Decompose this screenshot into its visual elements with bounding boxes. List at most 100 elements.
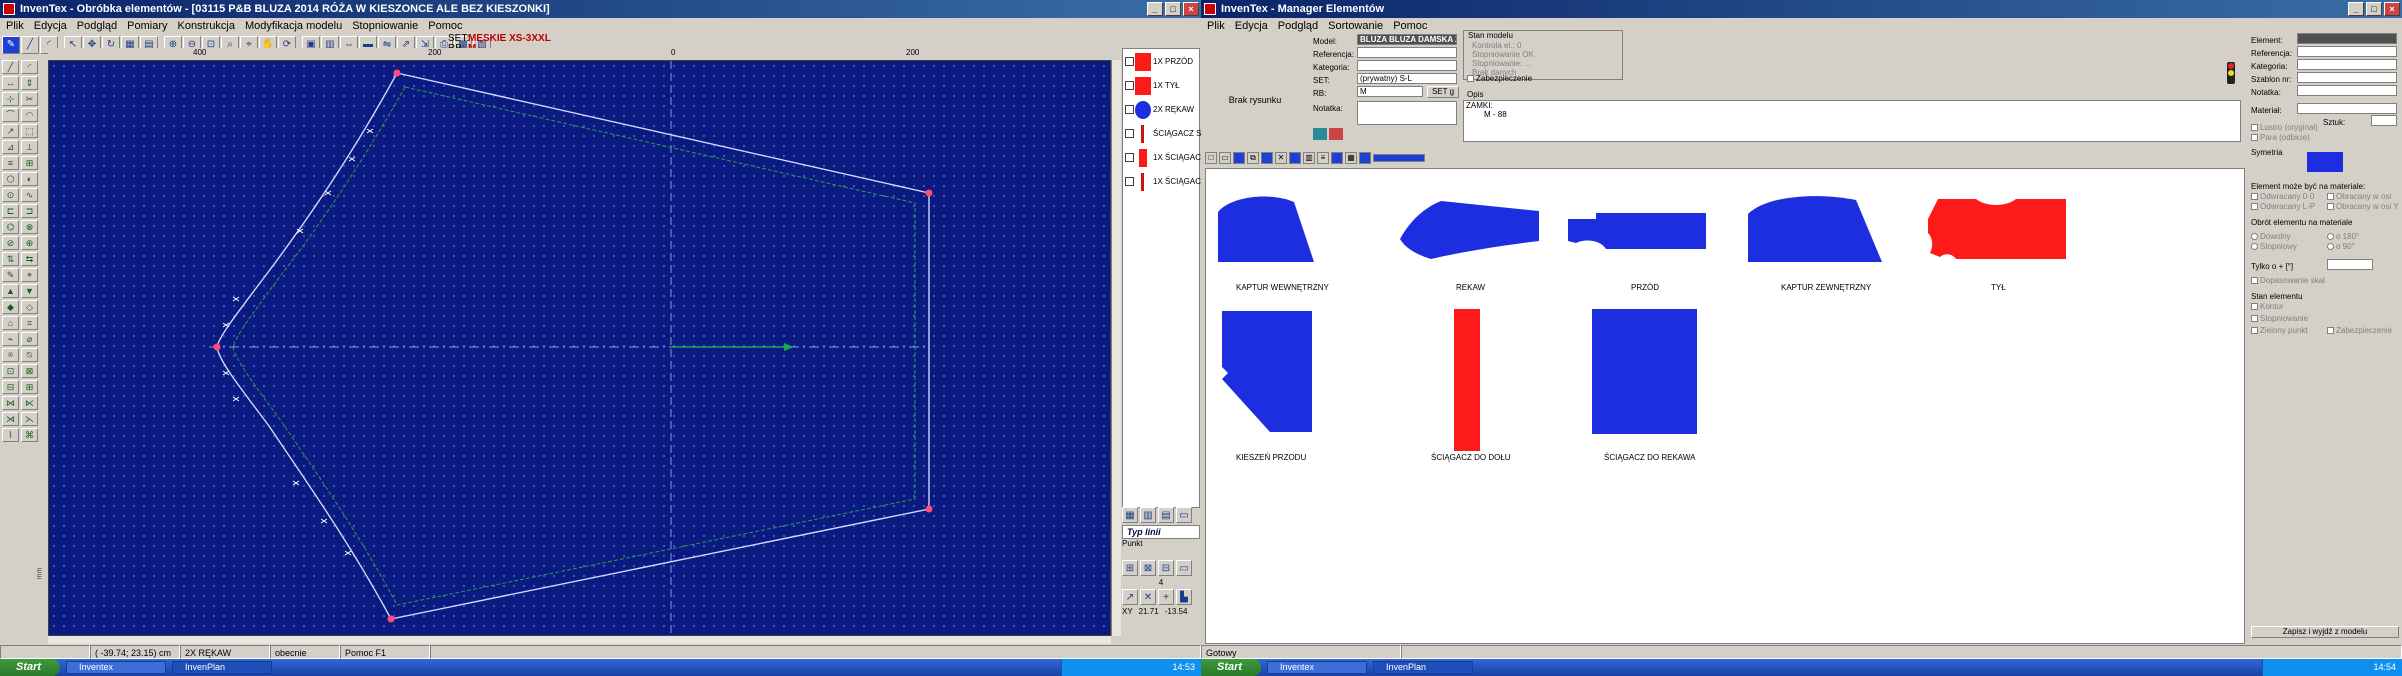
palette-tool-icon[interactable]: ⊐ xyxy=(21,204,38,218)
palette-tool-icon[interactable]: ↔ xyxy=(2,76,19,90)
palette-tool-icon[interactable]: ⋊ xyxy=(2,412,19,426)
piece-thumb[interactable] xyxy=(1566,211,1708,251)
tool2-icon[interactable] xyxy=(1331,152,1343,164)
palette-tool-icon[interactable]: ⌀ xyxy=(21,332,38,346)
element-row[interactable]: 1X PRZÓD xyxy=(1123,51,1199,73)
set-button[interactable]: SET g xyxy=(1427,86,1459,98)
palette-tool-icon[interactable]: ▲ xyxy=(2,284,19,298)
palette-tool-icon[interactable]: ≡ xyxy=(2,156,19,170)
tool4-icon[interactable] xyxy=(1359,152,1371,164)
palette-tool-icon[interactable]: ⊠ xyxy=(21,364,38,378)
element-checkbox[interactable] xyxy=(1125,105,1134,114)
scale-fit-checkbox[interactable]: Dopasowanie skal xyxy=(2251,276,2325,285)
view-icon[interactable] xyxy=(1233,152,1245,164)
menu-pomoc[interactable]: Pomoc xyxy=(428,18,462,34)
grid-icon[interactable]: ▥ xyxy=(1303,152,1315,164)
pieces-count-field[interactable] xyxy=(2371,115,2397,126)
state-contour-checkbox[interactable]: Kontur xyxy=(2251,302,2284,311)
piece-thumb[interactable] xyxy=(1220,309,1314,434)
model-field[interactable]: BLUZA BLUZA DAMSKA Z K xyxy=(1357,34,1457,45)
palette-tool-icon[interactable]: ⌇ xyxy=(2,428,19,442)
palette-tool-icon[interactable]: ⌂ xyxy=(2,316,19,330)
piece-thumb[interactable] xyxy=(1746,194,1884,264)
palette-tool-icon[interactable]: ⇅ xyxy=(2,252,19,266)
palette-tool-icon[interactable]: ◆ xyxy=(2,300,19,314)
menu-podglad[interactable]: Podgląd xyxy=(77,18,117,34)
line-style3-icon[interactable]: ▤ xyxy=(1158,507,1174,523)
element-checkbox[interactable] xyxy=(1125,81,1134,90)
maximize-button[interactable]: □ xyxy=(1165,2,1181,16)
palette-tool-icon[interactable]: ╱ xyxy=(2,60,19,74)
start-button[interactable]: Start xyxy=(0,659,60,676)
template-field[interactable] xyxy=(2297,72,2397,83)
menu-plik[interactable]: Plik xyxy=(6,18,24,34)
palette-tool-icon[interactable]: ∿ xyxy=(21,188,38,202)
start-button[interactable]: Start xyxy=(1201,659,1261,676)
element-row[interactable]: 1X TYŁ xyxy=(1123,75,1199,97)
palette-tool-icon[interactable]: ⊿ xyxy=(2,140,19,154)
element-checkbox[interactable] xyxy=(1125,129,1134,138)
horizontal-scrollbar[interactable] xyxy=(48,636,1111,644)
color-bar[interactable] xyxy=(1373,154,1425,162)
open-icon[interactable]: ▭ xyxy=(1219,152,1231,164)
palette-tool-icon[interactable]: ⊹ xyxy=(2,92,19,106)
reference-field[interactable] xyxy=(1357,47,1457,58)
palette-tool-icon[interactable]: ⌒ xyxy=(2,108,19,122)
point-tool4-icon[interactable]: ▭ xyxy=(1176,560,1192,576)
rotation-180-radio[interactable]: o 180° xyxy=(2327,232,2359,241)
save-exit-button[interactable]: Zapisz i wyjdź z modelu xyxy=(2251,626,2399,638)
palette-tool-icon[interactable]: ↗ xyxy=(2,124,19,138)
palette-tool-icon[interactable]: ✂ xyxy=(21,92,38,106)
palette-tool-icon[interactable]: ⊕ xyxy=(21,236,38,250)
list-icon[interactable]: ≡ xyxy=(1317,152,1329,164)
point-tool3-icon[interactable]: ⊟ xyxy=(1158,560,1174,576)
element-checkbox[interactable] xyxy=(1125,57,1134,66)
piece-thumb[interactable] xyxy=(1926,197,2068,263)
point-add-icon[interactable]: + xyxy=(1158,589,1174,605)
point-move-icon[interactable]: ↗ xyxy=(1122,589,1138,605)
piece-thumb[interactable] xyxy=(1454,309,1480,451)
note-field[interactable] xyxy=(1357,101,1457,125)
line-type-box[interactable]: Typ linii xyxy=(1122,525,1200,539)
menu-modyfikacja[interactable]: Modyfikacja modelu xyxy=(245,18,342,34)
element-category-select[interactable] xyxy=(2297,59,2397,70)
point-tool-icon[interactable]: ⊞ xyxy=(1122,560,1138,576)
palette-tool-icon[interactable]: ⌗ xyxy=(21,316,38,330)
palette-tool-icon[interactable]: ⍉ xyxy=(21,348,38,362)
palette-tool-icon[interactable]: ⋉ xyxy=(21,396,38,410)
palette-tool-icon[interactable]: ⌖ xyxy=(21,268,38,282)
palette-tool-icon[interactable]: ▼ xyxy=(21,284,38,298)
state-green-checkbox[interactable]: Zielony punkt xyxy=(2251,326,2308,335)
element-note-field[interactable] xyxy=(2297,85,2397,96)
palette-tool-icon[interactable]: ⋋ xyxy=(21,412,38,426)
piece-thumb[interactable] xyxy=(1592,309,1697,434)
tool3-icon[interactable]: ▦ xyxy=(1345,152,1357,164)
blue-tool-icon[interactable] xyxy=(1289,152,1301,164)
palette-tool-icon[interactable]: ⊞ xyxy=(21,156,38,170)
task-invenplan[interactable]: InvenPlan xyxy=(172,661,272,674)
save-model-icon[interactable] xyxy=(1313,128,1327,140)
symmetry-icon[interactable] xyxy=(2307,152,2343,172)
palette-tool-icon[interactable]: ⋈ xyxy=(2,396,19,410)
element-row-selected[interactable]: 2X RĘKAW xyxy=(1123,99,1199,121)
rb-select[interactable]: M xyxy=(1357,86,1423,97)
menu-pomiary[interactable]: Pomiary xyxy=(127,18,167,34)
point-snap-icon[interactable]: ▙ xyxy=(1176,589,1192,605)
copy-icon[interactable]: ⧉ xyxy=(1247,152,1259,164)
palette-tool-icon[interactable]: ⊘ xyxy=(2,236,19,250)
line-tool-icon[interactable]: ╱ xyxy=(21,36,39,54)
menu-edycja[interactable]: Edycja xyxy=(34,18,67,34)
minimize-button[interactable]: _ xyxy=(2348,2,2364,16)
set-select[interactable]: (prywatny) S-L xyxy=(1357,73,1457,84)
close-button[interactable]: × xyxy=(1183,2,1199,16)
rotation-free-radio[interactable]: Dowolny xyxy=(2251,232,2291,241)
security-checkbox[interactable]: Zabezpieczenie xyxy=(1467,74,1532,83)
rotation-90-radio[interactable]: o 90° xyxy=(2327,242,2355,251)
palette-tool-icon[interactable]: ⊗ xyxy=(21,220,38,234)
palette-tool-icon[interactable]: ◜ xyxy=(21,60,38,74)
om1-checkbox[interactable]: Odwracany 0-0 xyxy=(2251,192,2314,201)
om2-checkbox[interactable]: Obracany w osi xyxy=(2327,192,2391,201)
palette-tool-icon[interactable]: ⊡ xyxy=(2,364,19,378)
close-button[interactable]: × xyxy=(2384,2,2400,16)
piece-thumb[interactable] xyxy=(1396,199,1541,261)
